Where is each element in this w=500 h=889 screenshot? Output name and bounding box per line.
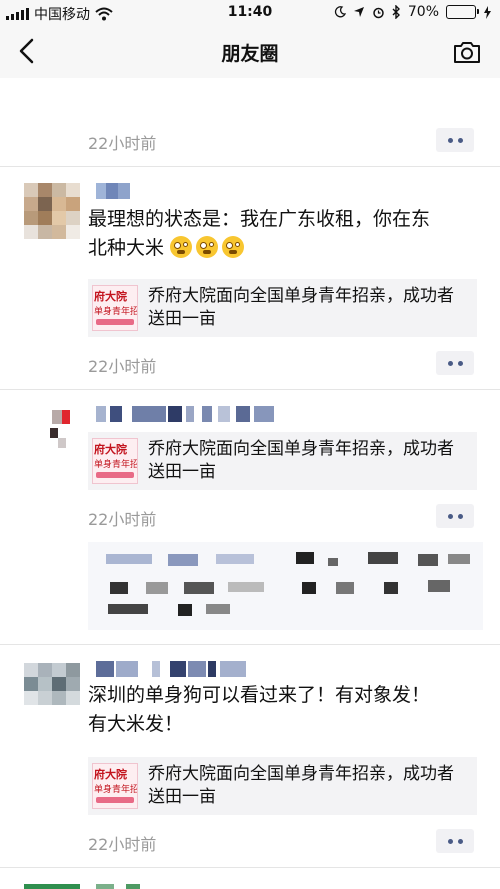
nav-bar: 朋友圈 [0, 26, 500, 78]
page-title: 朋友圈 [221, 43, 279, 65]
flushed-face-icon [170, 236, 193, 258]
link-title: 乔府大院面向全国单身青年招亲，成功者送田一亩 [148, 439, 454, 482]
thumb-title: 府大院 [94, 290, 127, 303]
more-options-button[interactable] [436, 504, 474, 528]
thumb-title: 府大院 [94, 443, 127, 456]
bluetooth-icon [392, 5, 400, 19]
post-text: 深圳的单身狗可以看过来了！有对象发！ 有大米发！ [88, 681, 483, 739]
link-card[interactable]: 府大院 单身青年招亲 乔府大院面向全国单身青年招亲，成功者送田一亩 [88, 432, 477, 490]
flushed-face-icon [196, 236, 219, 258]
post-text: 最理想的状态是：我在广东收租，你在东 北种大米 [88, 205, 483, 263]
battery-percent: 70% [407, 4, 439, 20]
author-name[interactable] [96, 406, 274, 422]
charging-icon [484, 5, 491, 19]
avatar[interactable] [24, 884, 80, 889]
avatar[interactable] [24, 183, 80, 239]
moon-icon [334, 6, 346, 18]
thumb-subtitle: 单身青年招亲 [94, 785, 137, 795]
post-time: 22小时前 [88, 134, 157, 153]
post-time: 22小时前 [88, 510, 157, 529]
thumb-title: 府大院 [94, 768, 127, 781]
post-time: 22小时前 [88, 835, 157, 854]
post-text-line-2: 北种大米 [88, 234, 483, 263]
post-text-line: 最理想的状态是：我在广东收租，你在东 [88, 208, 431, 230]
post-text-line-content: 北种大米 [88, 237, 165, 259]
status-bar: 中国移动 11:40 70% [0, 0, 500, 26]
post-text-line: 深圳的单身狗可以看过来了！有对象发！ [88, 684, 431, 706]
post-3: 深圳的单身狗可以看过来了！有对象发！ 有大米发！ 府大院 单身青年招亲 乔府大院… [0, 645, 500, 867]
comment-section [88, 542, 483, 630]
link-thumbnail: 府大院 单身青年招亲 [92, 438, 138, 484]
link-card[interactable]: 府大院 单身青年招亲 乔府大院面向全国单身青年招亲，成功者送田一亩 [88, 757, 477, 815]
thumb-subtitle: 单身青年招亲 [94, 460, 137, 470]
link-title: 乔府大院面向全国单身青年招亲，成功者送田一亩 [148, 764, 454, 807]
flushed-face-icon [222, 236, 245, 258]
avatar[interactable] [24, 663, 80, 719]
more-options-button[interactable] [436, 128, 474, 152]
location-icon [353, 7, 364, 17]
more-options-button[interactable] [436, 351, 474, 375]
link-thumbnail: 府大院 单身青年招亲 [92, 285, 138, 331]
author-name[interactable] [96, 661, 246, 677]
post-4 [0, 868, 500, 889]
more-options-button[interactable] [436, 829, 474, 853]
thumb-subtitle: 单身青年招亲 [94, 307, 137, 317]
link-card[interactable]: 府大院 单身青年招亲 乔府大院面向全国单身青年招亲，成功者送田一亩 [88, 279, 477, 337]
camera-icon[interactable] [452, 38, 482, 66]
post-2: 府大院 单身青年招亲 乔府大院面向全国单身青年招亲，成功者送田一亩 22小时前 [0, 390, 500, 644]
link-title: 乔府大院面向全国单身青年招亲，成功者送田一亩 [148, 286, 454, 329]
alarm-icon [373, 7, 384, 18]
post-text-line-2: 有大米发！ [88, 713, 184, 735]
post-1: 最理想的状态是：我在广东收租，你在东 北种大米 府大院 单身青年招亲 乔府大院面… [0, 167, 500, 389]
link-thumbnail: 府大院 单身青年招亲 [92, 763, 138, 809]
author-name[interactable] [96, 183, 130, 199]
status-right: 70% [334, 4, 492, 20]
author-name[interactable] [96, 884, 156, 889]
avatar[interactable] [24, 404, 80, 460]
battery-icon [446, 5, 479, 19]
post-time: 22小时前 [88, 357, 157, 376]
post-0: 22小时前 [0, 78, 500, 168]
